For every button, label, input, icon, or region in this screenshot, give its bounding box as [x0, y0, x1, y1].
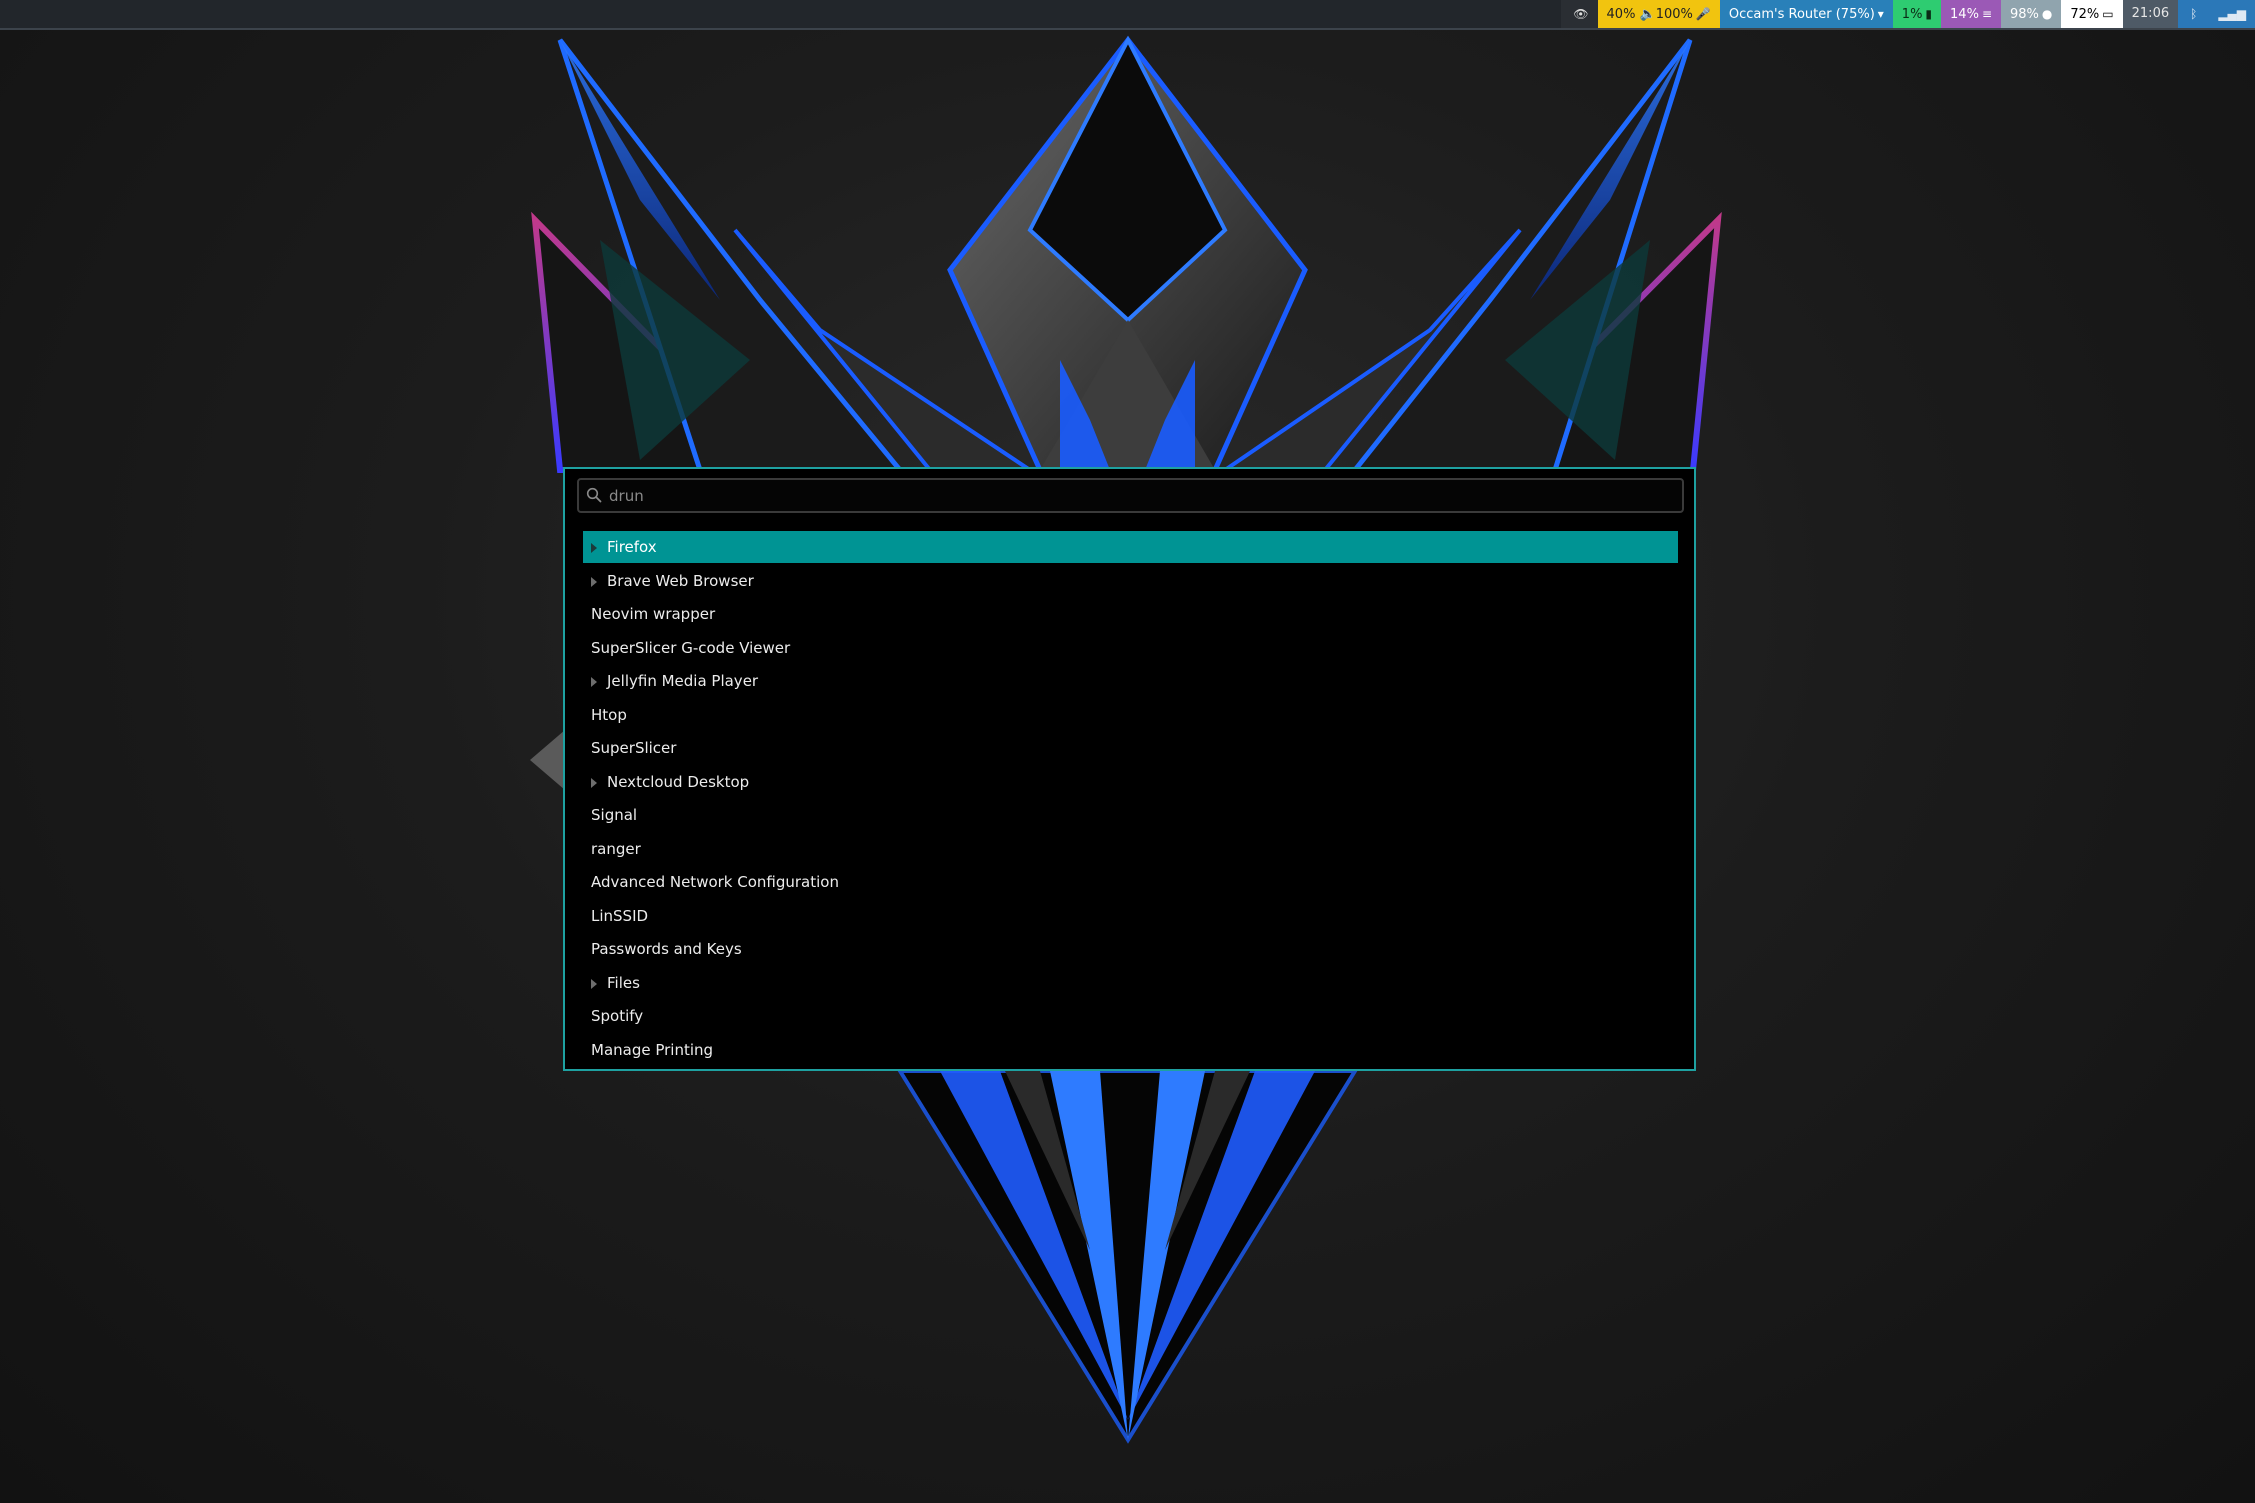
app-list-item-label: Htop — [591, 705, 627, 724]
app-list-item[interactable]: Htop — [583, 699, 1678, 731]
status-module-text: Occam's Router (75%) — [1728, 7, 1875, 22]
search-icon — [586, 487, 602, 503]
app-list-item[interactable]: Signal — [583, 799, 1678, 831]
app-list-item[interactable]: Passwords and Keys — [583, 933, 1678, 965]
expand-arrow-icon[interactable] — [591, 978, 597, 989]
signal-icon: ▂▄▆ — [2218, 7, 2246, 21]
status-module-idle-inhibitor[interactable]: 👁 — [1561, 0, 1598, 28]
battery-icon: ▭ — [2102, 7, 2114, 21]
memory-icon: ≡ — [1981, 7, 1992, 21]
status-module-bluetooth[interactable]: ᛒ — [2178, 0, 2207, 28]
app-list-item-label: SuperSlicer G-code Viewer — [591, 638, 791, 657]
status-module-disk[interactable]: 98% ● — [2001, 0, 2062, 28]
app-list-item[interactable]: Jellyfin Media Player — [583, 665, 1678, 697]
wifi-icon: ▾ — [1877, 7, 1884, 21]
app-list-item-label: Jellyfin Media Player — [607, 672, 759, 690]
app-list-item-label: Firefox — [607, 538, 657, 556]
microphone-icon: 🎤 — [1695, 7, 1711, 21]
app-list-item-label: Advanced Network Configuration — [591, 873, 839, 891]
app-list-item[interactable]: Spotify — [583, 1000, 1678, 1032]
status-module-text: 98% — [2010, 7, 2039, 22]
status-module-cpu[interactable]: 1% ▮ — [1892, 0, 1942, 28]
app-list-item[interactable]: Brave Web Browser — [583, 565, 1678, 597]
status-module-signal[interactable]: ▂▄▆ — [2206, 0, 2255, 28]
app-list-item[interactable]: Neovim wrapper — [583, 598, 1678, 630]
app-list-item-label: LinSSID — [591, 906, 649, 925]
app-list-item-label: Brave Web Browser — [607, 571, 754, 590]
cpu-icon: ▮ — [1925, 7, 1933, 21]
app-list-item[interactable]: Firefox — [583, 531, 1678, 563]
app-list-item[interactable]: LinSSID — [583, 900, 1678, 932]
eye-icon: 👁 — [1573, 7, 1589, 21]
app-list-item[interactable]: Advanced Network Configuration — [583, 866, 1678, 898]
expand-arrow-icon[interactable] — [591, 576, 597, 587]
app-list: Firefox Brave Web Browser Neovim wrapper Su… — [583, 531, 1678, 1067]
app-list-item[interactable]: Nextcloud Desktop — [583, 766, 1678, 798]
status-module-text: 40% 🔈100% — [1606, 7, 1693, 22]
status-module-clock[interactable]: 21:06 — [2122, 0, 2179, 28]
app-list-item-label: Manage Printing — [591, 1040, 714, 1059]
app-list-item-label: Spotify — [591, 1007, 644, 1025]
app-launcher-window: Firefox Brave Web Browser Neovim wrapper Su… — [563, 467, 1696, 1071]
status-modules: 👁 40% 🔈100% 🎤 Occam's Router (75%) ▾ 1% ▮ 14% ≡ 9… — [1561, 0, 2255, 28]
app-list-item[interactable]: ranger — [583, 833, 1678, 865]
bluetooth-icon: ᛒ — [2190, 7, 2198, 21]
expand-arrow-icon[interactable] — [591, 677, 597, 687]
app-list-item-label: Signal — [591, 806, 638, 824]
app-list-item[interactable]: SuperSlicer — [583, 732, 1678, 764]
app-list-item-label: Nextcloud Desktop — [607, 772, 750, 791]
search-input[interactable] — [609, 484, 1669, 508]
expand-arrow-icon[interactable] — [591, 543, 597, 553]
status-module-text: 21:06 — [2131, 6, 2170, 21]
status-module-network[interactable]: Occam's Router (75%) ▾ — [1719, 0, 1893, 28]
status-module-memory[interactable]: 14% ≡ — [1941, 0, 2001, 28]
app-list-item-label: Neovim wrapper — [591, 605, 716, 623]
app-list-item-label: Passwords and Keys — [591, 940, 742, 958]
status-module-audio[interactable]: 40% 🔈100% 🎤 — [1597, 0, 1720, 28]
top-status-bar: 👁 40% 🔈100% 🎤 Occam's Router (75%) ▾ 1% ▮ 14% ≡ 9… — [0, 0, 2255, 30]
status-module-text: 72% — [2070, 7, 2100, 22]
app-list-item-label: ranger — [591, 839, 641, 858]
disk-icon: ● — [2041, 7, 2053, 21]
app-list-item-label: SuperSlicer — [591, 739, 677, 757]
app-list-item-label: Files — [607, 973, 640, 992]
app-list-item[interactable]: SuperSlicer G-code Viewer — [583, 632, 1678, 664]
search-bar[interactable] — [577, 478, 1684, 513]
status-module-text: 14% — [1950, 7, 1979, 22]
expand-arrow-icon[interactable] — [591, 777, 597, 788]
status-module-text: 1% — [1901, 7, 1923, 22]
app-list-item[interactable]: Manage Printing — [583, 1034, 1678, 1066]
app-list-item[interactable]: Files — [583, 967, 1678, 999]
status-module-battery[interactable]: 72% ▭ — [2061, 0, 2123, 28]
